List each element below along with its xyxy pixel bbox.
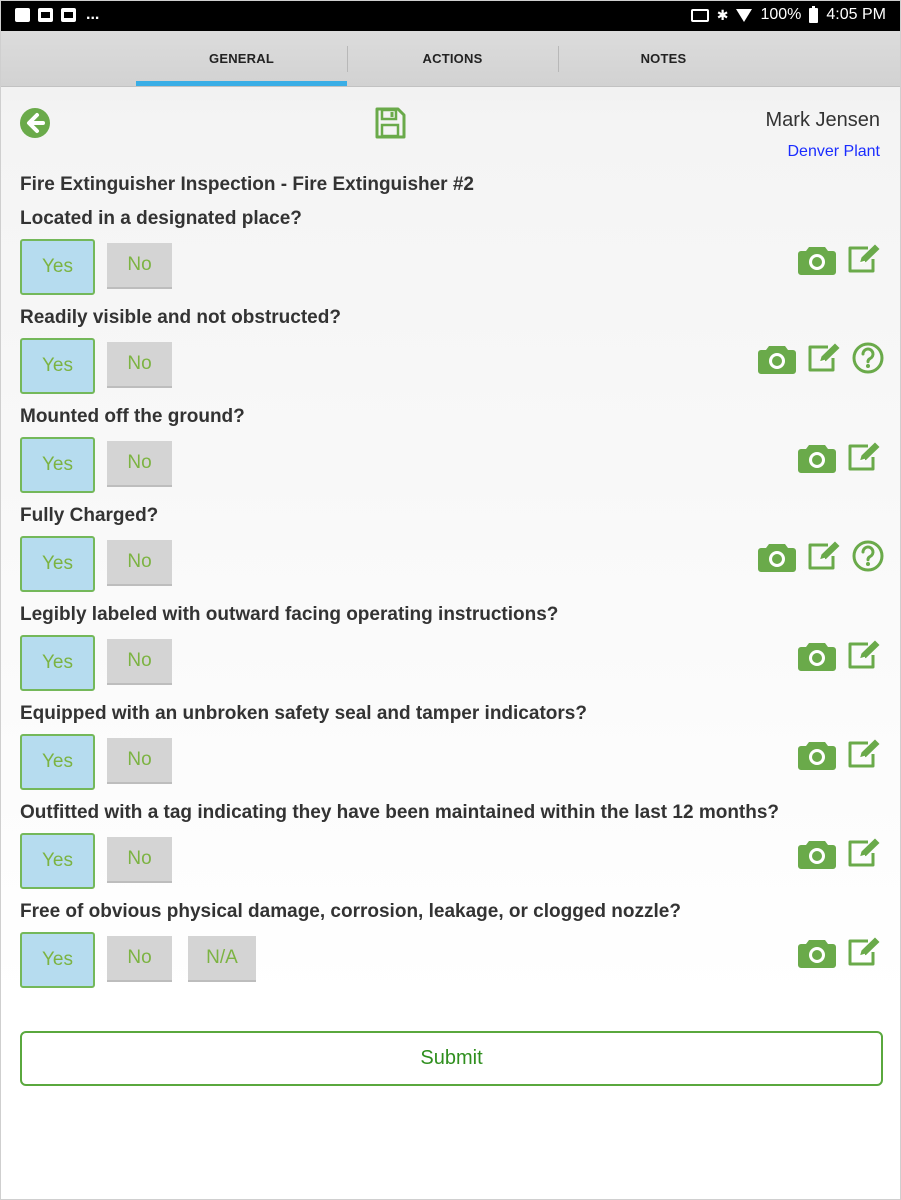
app-screen: ... ✱ 100% 4:05 PM GENERAL ACTIONS NOTES… xyxy=(0,0,901,1200)
edit-icon[interactable] xyxy=(846,738,882,770)
no-button[interactable]: No xyxy=(107,540,172,586)
edit-icon[interactable] xyxy=(846,837,882,869)
yes-button[interactable]: Yes xyxy=(20,437,95,493)
notification-icons: ... xyxy=(15,6,100,23)
question-row: Legibly labeled with outward facing oper… xyxy=(1,604,900,700)
tab-bar: GENERAL ACTIONS NOTES xyxy=(1,31,900,87)
wifi-icon xyxy=(736,8,753,22)
question-actions xyxy=(758,338,884,378)
more-notifications: ... xyxy=(86,6,100,23)
edit-icon[interactable] xyxy=(806,540,842,572)
status-bar: ... ✱ 100% 4:05 PM xyxy=(1,1,900,31)
camera-icon[interactable] xyxy=(798,242,836,276)
question-text: Equipped with an unbroken safety seal an… xyxy=(20,703,587,724)
battery-percent: 100% xyxy=(760,6,802,23)
question-text: Fully Charged? xyxy=(20,505,159,526)
question-actions xyxy=(798,734,882,774)
camera-icon[interactable] xyxy=(758,539,796,573)
camera-icon[interactable] xyxy=(758,341,796,375)
question-actions xyxy=(798,239,882,279)
help-icon[interactable] xyxy=(852,342,884,374)
no-button[interactable]: No xyxy=(107,342,172,388)
no-button[interactable]: No xyxy=(107,441,172,487)
no-button[interactable]: No xyxy=(107,639,172,685)
help-icon[interactable] xyxy=(852,540,884,572)
question-row: Fully Charged? Yes No xyxy=(1,505,900,601)
no-button[interactable]: No xyxy=(107,936,172,982)
no-button[interactable]: No xyxy=(107,738,172,784)
edit-icon[interactable] xyxy=(806,342,842,374)
notification-news-icon xyxy=(61,8,76,22)
save-icon[interactable] xyxy=(373,106,407,140)
question-row: Outfitted with a tag indicating they hav… xyxy=(1,802,900,898)
notification-app-icon xyxy=(15,8,30,22)
edit-icon[interactable] xyxy=(846,441,882,473)
tab-general[interactable]: GENERAL xyxy=(136,31,347,86)
camera-icon[interactable] xyxy=(798,638,836,672)
question-row: Located in a designated place? Yes No xyxy=(1,208,900,304)
question-row: Mounted off the ground? Yes No xyxy=(1,406,900,502)
question-actions xyxy=(758,536,884,576)
question-text: Readily visible and not obstructed? xyxy=(20,307,341,328)
question-text: Mounted off the ground? xyxy=(20,406,245,427)
camera-icon[interactable] xyxy=(798,836,836,870)
question-actions xyxy=(798,833,882,873)
question-actions xyxy=(798,437,882,477)
na-button[interactable]: N/A xyxy=(188,936,256,982)
question-row: Readily visible and not obstructed? Yes No xyxy=(1,307,900,403)
question-row: Equipped with an unbroken safety seal an… xyxy=(1,703,900,799)
yes-button[interactable]: Yes xyxy=(20,239,95,295)
edit-icon[interactable] xyxy=(846,243,882,275)
yes-button[interactable]: Yes xyxy=(20,734,95,790)
yes-button[interactable]: Yes xyxy=(20,635,95,691)
camera-icon[interactable] xyxy=(798,737,836,771)
no-button[interactable]: No xyxy=(107,837,172,883)
edit-icon[interactable] xyxy=(846,936,882,968)
active-tab-indicator xyxy=(136,81,347,86)
back-arrow-icon[interactable] xyxy=(19,107,51,139)
question-actions xyxy=(798,635,882,675)
location-link[interactable]: Denver Plant xyxy=(788,143,881,161)
question-row: Free of obvious physical damage, corrosi… xyxy=(1,901,900,997)
edit-icon[interactable] xyxy=(846,639,882,671)
yes-button[interactable]: Yes xyxy=(20,338,95,394)
battery-icon xyxy=(809,5,819,23)
bluetooth-icon: ✱ xyxy=(716,6,729,23)
submit-button[interactable]: Submit xyxy=(20,1031,883,1086)
question-text: Legibly labeled with outward facing oper… xyxy=(20,604,559,625)
question-actions xyxy=(798,932,882,972)
notification-image-icon xyxy=(38,8,53,22)
yes-button[interactable]: Yes xyxy=(20,833,95,889)
form-title: Fire Extinguisher Inspection - Fire Exti… xyxy=(20,174,474,195)
yes-button[interactable]: Yes xyxy=(20,536,95,592)
system-icons: ✱ 100% 4:05 PM xyxy=(690,5,886,24)
question-text: Located in a designated place? xyxy=(20,208,302,229)
no-button[interactable]: No xyxy=(107,243,172,289)
question-text: Outfitted with a tag indicating they hav… xyxy=(20,802,780,823)
question-text: Free of obvious physical damage, corrosi… xyxy=(20,901,681,922)
tab-actions[interactable]: ACTIONS xyxy=(347,31,558,86)
user-name: Mark Jensen xyxy=(765,109,881,131)
cast-icon xyxy=(690,8,709,22)
tab-notes[interactable]: NOTES xyxy=(558,31,769,86)
camera-icon[interactable] xyxy=(798,440,836,474)
yes-button[interactable]: Yes xyxy=(20,932,95,988)
camera-icon[interactable] xyxy=(798,935,836,969)
clock: 4:05 PM xyxy=(826,6,886,23)
